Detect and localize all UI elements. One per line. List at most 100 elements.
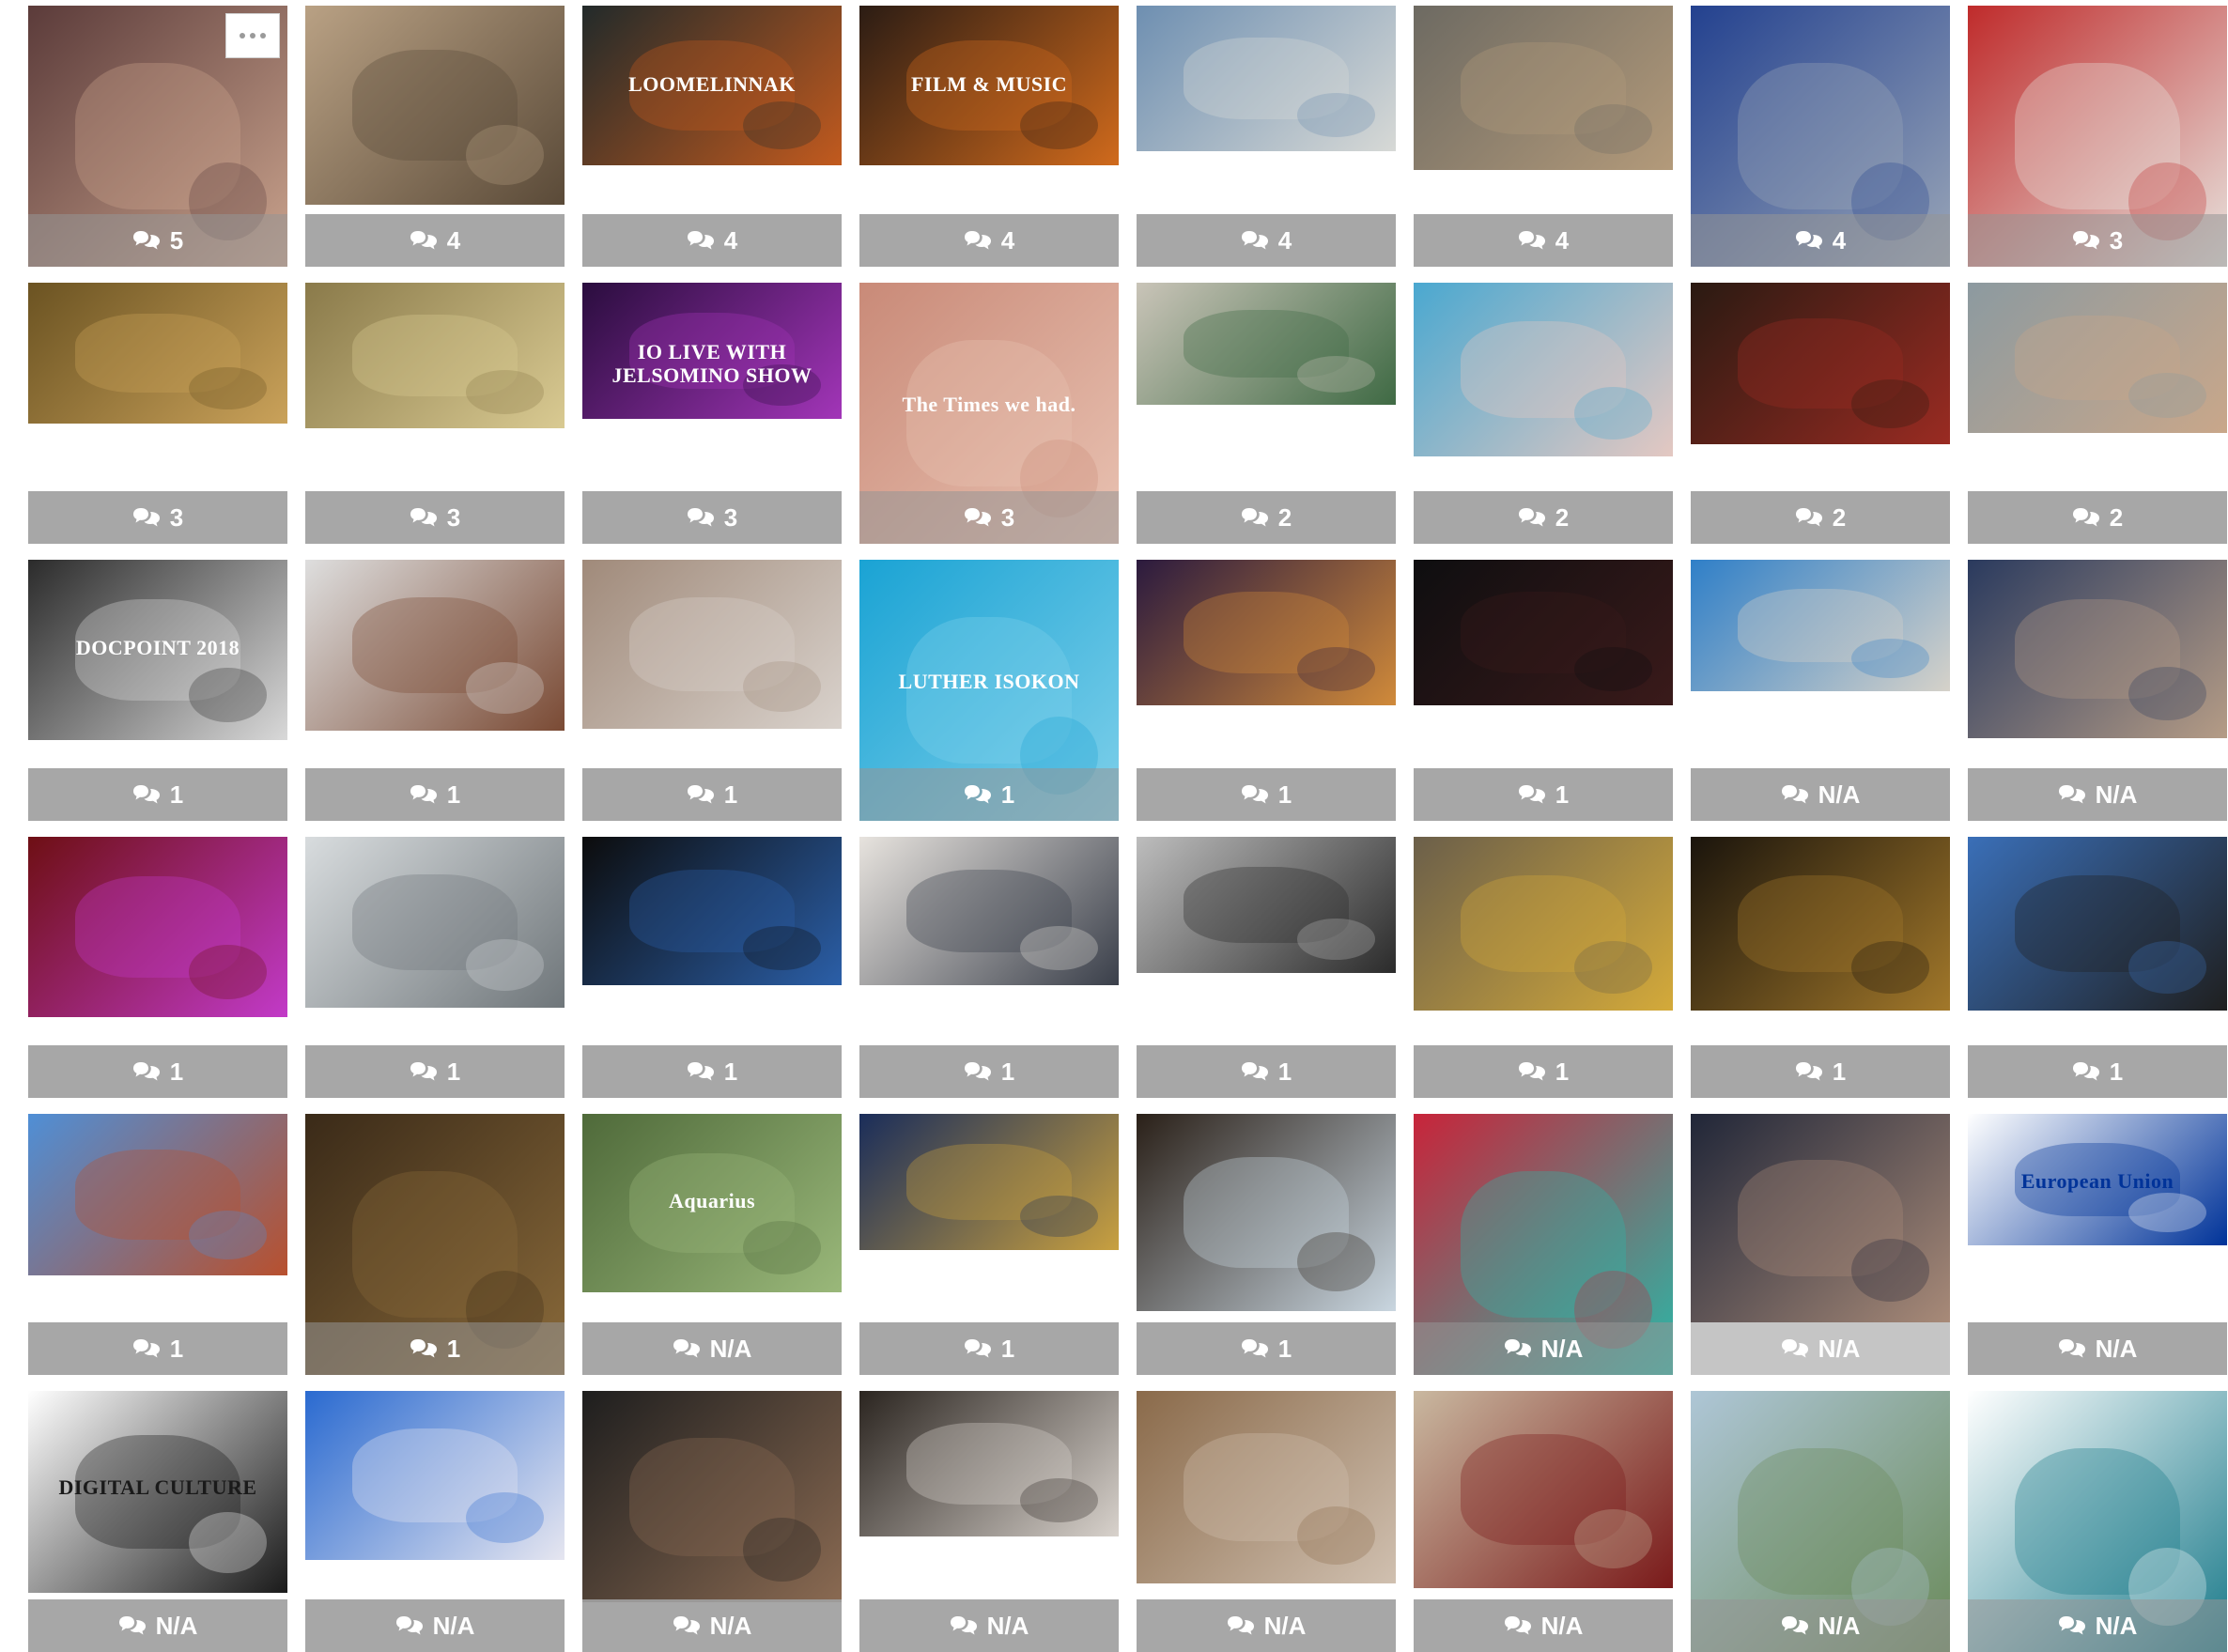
gallery-tile[interactable]: 5 [28,6,287,267]
comment-count-bar[interactable]: 2 [1968,491,2227,544]
comment-count-bar[interactable]: 1 [28,768,287,821]
gallery-tile[interactable]: IO LIVE WITH JELSOMINO SHOW 3 [582,283,842,544]
gallery-tile[interactable]: LUTHER ISOKON 1 [859,560,1119,821]
comment-count-bar[interactable]: 1 [859,768,1119,821]
gallery-tile[interactable]: N/A [1691,1391,1950,1652]
thumbnail-image[interactable] [1137,837,1396,973]
gallery-tile[interactable]: The Times we had. 3 [859,283,1119,544]
comment-count-bar[interactable]: 1 [1414,1045,1673,1098]
gallery-tile[interactable]: N/A [582,1391,842,1652]
comment-count-bar[interactable]: 2 [1414,491,1673,544]
gallery-tile[interactable]: N/A [1691,1114,1950,1375]
comment-count-bar[interactable]: 1 [305,1045,565,1098]
thumbnail-image[interactable] [305,6,565,205]
comment-count-bar[interactable]: N/A [1968,768,2227,821]
thumbnail-image[interactable]: IO LIVE WITH JELSOMINO SHOW [582,283,842,419]
comment-count-bar[interactable]: 1 [28,1045,287,1098]
thumbnail-image[interactable] [305,837,565,1008]
gallery-tile[interactable]: 1 [28,1114,287,1375]
gallery-tile[interactable]: 4 [1137,6,1396,267]
comment-count-bar[interactable]: N/A [582,1599,842,1652]
thumbnail-image[interactable] [1968,837,2227,1011]
thumbnail-image[interactable] [305,283,565,428]
thumbnail-image[interactable] [1968,283,2227,433]
comment-count-bar[interactable]: 4 [305,214,565,267]
comment-count-bar[interactable]: N/A [1691,768,1950,821]
thumbnail-image[interactable]: LOOMELINNAK [582,6,842,165]
gallery-tile[interactable]: 1 [28,837,287,1098]
comment-count-bar[interactable]: 3 [859,491,1119,544]
comment-count-bar[interactable]: 1 [1968,1045,2227,1098]
thumbnail-image[interactable] [1691,837,1950,1011]
thumbnail-image[interactable] [28,1114,287,1275]
gallery-tile[interactable]: 1 [1414,560,1673,821]
comment-count-bar[interactable]: 1 [582,768,842,821]
thumbnail-image[interactable] [1414,560,1673,705]
gallery-tile[interactable]: 1 [859,1114,1119,1375]
gallery-tile[interactable]: N/A [305,1391,565,1652]
comment-count-bar[interactable]: 2 [1691,491,1950,544]
gallery-tile[interactable]: 4 [305,6,565,267]
thumbnail-image[interactable] [582,560,842,729]
gallery-tile[interactable]: 1 [582,560,842,821]
comment-count-bar[interactable]: N/A [28,1599,287,1652]
gallery-tile[interactable]: N/A [1968,560,2227,821]
comment-count-bar[interactable]: 3 [28,491,287,544]
gallery-tile[interactable]: FILM & MUSIC 4 [859,6,1119,267]
gallery-tile[interactable]: DOCPOINT 2018 1 [28,560,287,821]
gallery-tile[interactable]: 4 [1414,6,1673,267]
thumbnail-image[interactable] [1968,560,2227,738]
gallery-tile[interactable]: N/A [1137,1391,1396,1652]
comment-count-bar[interactable]: 1 [582,1045,842,1098]
thumbnail-image[interactable] [1691,560,1950,691]
thumbnail-image[interactable] [1414,283,1673,456]
comment-count-bar[interactable]: N/A [1691,1322,1950,1375]
comment-count-bar[interactable]: 1 [1137,768,1396,821]
comment-count-bar[interactable]: N/A [1414,1599,1673,1652]
comment-count-bar[interactable]: 1 [1137,1322,1396,1375]
gallery-tile[interactable]: LOOMELINNAK 4 [582,6,842,267]
thumbnail-image[interactable] [859,1114,1119,1250]
thumbnail-image[interactable]: DOCPOINT 2018 [28,560,287,740]
gallery-tile[interactable]: 4 [1691,6,1950,267]
thumbnail-image[interactable] [28,837,287,1017]
gallery-tile[interactable]: 2 [1691,283,1950,544]
gallery-tile[interactable]: DIGITAL CULTURE N/A [28,1391,287,1652]
gallery-tile[interactable]: N/A [1414,1114,1673,1375]
comment-count-bar[interactable]: N/A [1968,1322,2227,1375]
gallery-tile[interactable]: 1 [1137,560,1396,821]
gallery-tile[interactable]: 1 [582,837,842,1098]
gallery-tile[interactable]: 1 [1968,837,2227,1098]
gallery-tile[interactable]: 3 [28,283,287,544]
comment-count-bar[interactable]: 1 [28,1322,287,1375]
thumbnail-image[interactable]: FILM & MUSIC [859,6,1119,165]
thumbnail-image[interactable]: DIGITAL CULTURE [28,1391,287,1593]
gallery-tile[interactable]: 1 [859,837,1119,1098]
comment-count-bar[interactable]: 2 [1137,491,1396,544]
comment-count-bar[interactable]: N/A [1968,1599,2227,1652]
thumbnail-image[interactable] [582,1391,842,1602]
comment-count-bar[interactable]: 1 [305,768,565,821]
thumbnail-image[interactable] [1137,560,1396,705]
thumbnail-image[interactable] [859,837,1119,985]
comment-count-bar[interactable]: 3 [1968,214,2227,267]
gallery-tile[interactable]: European Union N/A [1968,1114,2227,1375]
comment-count-bar[interactable]: N/A [1414,1322,1673,1375]
more-options-button[interactable] [225,13,280,58]
thumbnail-image[interactable] [1414,837,1673,1011]
comment-count-bar[interactable]: N/A [305,1599,565,1652]
thumbnail-image[interactable] [28,283,287,424]
thumbnail-image[interactable] [1691,283,1950,444]
thumbnail-image[interactable] [582,837,842,985]
thumbnail-image[interactable] [1414,6,1673,170]
gallery-tile[interactable]: 1 [305,837,565,1098]
gallery-tile[interactable]: N/A [1414,1391,1673,1652]
comment-count-bar[interactable]: 1 [1414,768,1673,821]
comment-count-bar[interactable]: 3 [582,491,842,544]
gallery-tile[interactable]: 1 [1414,837,1673,1098]
gallery-tile[interactable]: N/A [1968,1391,2227,1652]
thumbnail-image[interactable] [1137,1114,1396,1311]
gallery-tile[interactable]: 3 [1968,6,2227,267]
thumbnail-image[interactable] [305,1391,565,1560]
gallery-tile[interactable]: N/A [1691,560,1950,821]
